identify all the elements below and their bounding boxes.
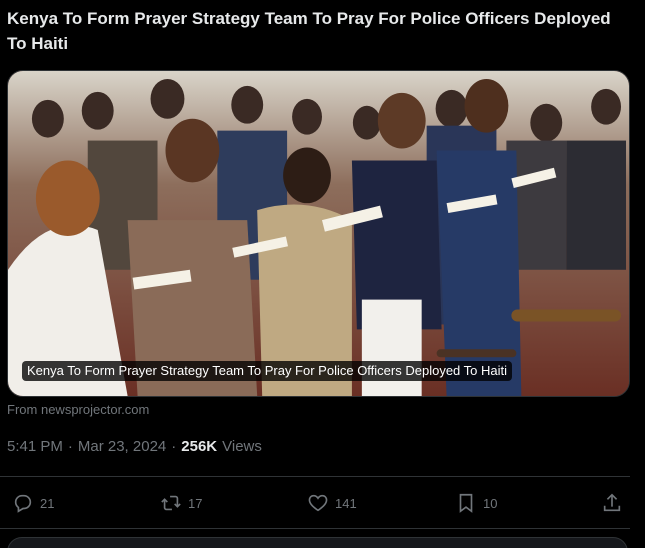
post-meta: 5:41 PM · Mar 23, 2024 · 256K Views <box>7 438 262 455</box>
reply-button[interactable]: 21 <box>12 486 54 520</box>
heart-icon <box>308 494 328 512</box>
repost-button[interactable]: 17 <box>160 486 202 520</box>
action-bar: 21 17 141 10 <box>0 486 630 520</box>
like-count: 141 <box>335 495 357 511</box>
divider <box>0 528 630 529</box>
reply-composer[interactable] <box>7 537 628 548</box>
media-caption: Kenya To Form Prayer Strategy Team To Pr… <box>22 361 513 381</box>
link-source[interactable]: From newsprojector.com <box>7 402 149 417</box>
repost-icon <box>161 495 181 511</box>
meta-separator: · <box>171 438 177 455</box>
link-card-media[interactable]: Kenya To Form Prayer Strategy Team To Pr… <box>7 70 630 397</box>
like-button[interactable]: 141 <box>307 486 357 520</box>
source-domain-link[interactable]: newsprojector.com <box>41 402 149 417</box>
post-headline: Kenya To Form Prayer Strategy Team To Pr… <box>7 9 611 53</box>
meta-separator: · <box>67 438 73 455</box>
views-label: Views <box>222 438 262 455</box>
bookmark-count: 10 <box>483 495 498 511</box>
bookmark-button[interactable]: 10 <box>455 486 497 520</box>
views-count: 256K <box>181 438 218 455</box>
news-photo <box>8 71 629 396</box>
divider <box>0 476 630 477</box>
post-date[interactable]: Mar 23, 2024 <box>78 438 166 455</box>
source-prefix: From <box>7 402 38 417</box>
share-button[interactable] <box>601 486 623 520</box>
reply-icon <box>14 494 32 513</box>
reply-count: 21 <box>40 495 55 511</box>
share-icon <box>603 493 621 512</box>
repost-count: 17 <box>188 495 203 511</box>
bookmark-icon <box>459 493 473 513</box>
post-time[interactable]: 5:41 PM <box>7 438 63 455</box>
